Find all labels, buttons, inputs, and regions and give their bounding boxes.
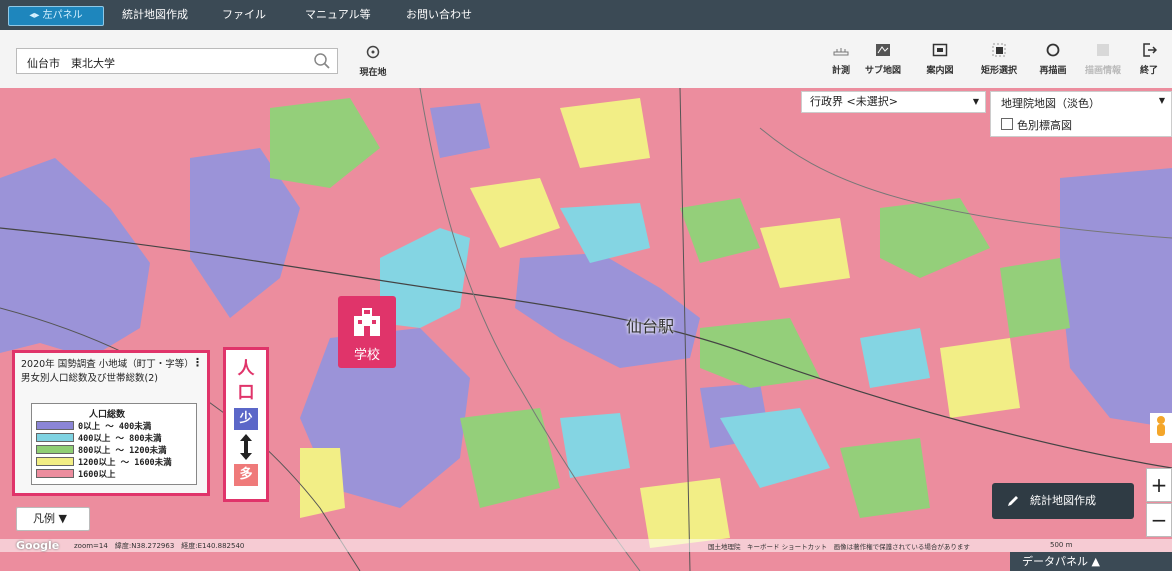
basemap-select[interactable]: 地理院地図（淡色） ▼ 色別標高図 bbox=[990, 91, 1172, 137]
station-label: 仙台駅 bbox=[626, 317, 675, 336]
legend-title: 2020年 国勢調査 小地域（町丁・字等）男女別人口総数及び世帯総数(2) bbox=[21, 359, 189, 384]
current-location-label: 現在地 bbox=[359, 68, 387, 78]
redraw-label: 再描画 bbox=[1039, 66, 1067, 76]
rect-select-button[interactable]: 矩形選択 bbox=[976, 38, 1022, 84]
rect-select-icon bbox=[992, 43, 1006, 57]
search-value: 仙台市 東北大学 bbox=[27, 57, 115, 70]
population-char: 人 bbox=[237, 359, 255, 379]
draw-info-label: 描画情報 bbox=[1084, 66, 1121, 76]
legend-toggle-button[interactable]: 凡例 ▼ bbox=[16, 507, 90, 531]
legend-row-label: 400以上 ～ 800未満 bbox=[78, 434, 162, 444]
map-attribution[interactable]: 国土地理院 キーボード ショートカット 画像は著作権で保護されている場合がありま… bbox=[708, 541, 970, 551]
dropdown-caret-icon: ▼ bbox=[972, 97, 979, 106]
pencil-icon bbox=[1008, 496, 1018, 506]
left-panel-toggle-button[interactable]: ◂▸ 左パネル bbox=[8, 6, 104, 26]
more-options-icon[interactable]: ⋮ bbox=[192, 356, 203, 369]
zoom-in-button[interactable]: + bbox=[1146, 468, 1172, 502]
crosshair-icon bbox=[366, 45, 380, 59]
refresh-icon bbox=[1046, 43, 1060, 57]
sub-map-label: サブ地図 bbox=[864, 66, 901, 76]
map-legend: 2020年 国勢調査 小地域（町丁・字等）男女別人口総数及び世帯総数(2) ⋮ … bbox=[12, 350, 210, 496]
search-input[interactable]: 仙台市 東北大学 bbox=[16, 48, 338, 74]
info-panel-icon bbox=[1097, 44, 1109, 56]
legend-swatch bbox=[36, 469, 74, 478]
exit-icon bbox=[1143, 43, 1157, 57]
legend-swatch bbox=[36, 445, 74, 454]
top-menu-bar: ◂▸ 左パネル 統計地図作成 ファイル マニュアル等 お問い合わせ bbox=[0, 0, 1172, 30]
elevation-checkbox-label: 色別標高図 bbox=[1017, 119, 1072, 132]
data-panel-toggle[interactable]: データパネル ▲ bbox=[1010, 552, 1172, 571]
current-location-button[interactable]: 現在地 bbox=[350, 40, 396, 86]
admin-boundary-select[interactable]: 行政界 <未選択> ▼ bbox=[801, 91, 986, 113]
create-stat-map-label: 統計地図作成 bbox=[1030, 494, 1096, 507]
exit-label: 終了 bbox=[1139, 66, 1158, 76]
rect-select-label: 矩形選択 bbox=[980, 66, 1017, 76]
legend-row-label: 0以上 ～ 400未満 bbox=[78, 422, 152, 432]
legend-row: 400以上 ～ 800未満 bbox=[36, 432, 162, 444]
legend-row-label: 1200以上 ～ 1600未満 bbox=[78, 458, 172, 468]
low-badge: 少 bbox=[234, 408, 258, 430]
dropdown-caret-icon: ▼ bbox=[1158, 96, 1165, 105]
legend-swatch bbox=[36, 457, 74, 466]
draw-info-button[interactable]: 描画情報 bbox=[1080, 38, 1126, 84]
legend-swatch bbox=[36, 433, 74, 442]
google-logo: Google bbox=[16, 539, 60, 552]
window-icon bbox=[932, 43, 948, 57]
admin-boundary-value: 行政界 <未選択> bbox=[810, 95, 898, 108]
measure-button[interactable]: 計測 bbox=[818, 38, 864, 84]
guide-map-label: 案内図 bbox=[926, 66, 954, 76]
legend-heading: 人口総数 bbox=[88, 410, 125, 420]
guide-map-button[interactable]: 案内図 bbox=[917, 38, 963, 84]
search-icon[interactable] bbox=[313, 52, 331, 70]
legend-row: 1600以上 bbox=[36, 468, 116, 480]
high-badge: 多 bbox=[234, 464, 258, 486]
choropleth-map[interactable]: 行政界 <未選択> ▼ 地理院地図（淡色） ▼ 色別標高図 学校 仙台駅 202… bbox=[0, 88, 1172, 571]
legend-box: 人口総数 0以上 ～ 400未満 400以上 ～ 800未満 800以上 ～ 1… bbox=[31, 403, 197, 485]
legend-row-label: 800以上 ～ 1200未満 bbox=[78, 446, 167, 456]
legend-row: 0以上 ～ 400未満 bbox=[36, 420, 152, 432]
school-building-icon bbox=[354, 308, 380, 336]
menu-manual[interactable]: マニュアル等 bbox=[305, 0, 371, 30]
population-char: 口 bbox=[237, 383, 255, 403]
legend-row: 1200以上 ～ 1600未満 bbox=[36, 456, 172, 468]
zoom-out-button[interactable]: − bbox=[1146, 503, 1172, 537]
redraw-button[interactable]: 再描画 bbox=[1030, 38, 1076, 84]
menu-contact[interactable]: お問い合わせ bbox=[406, 0, 472, 30]
up-down-arrow-icon bbox=[240, 434, 252, 460]
ruler-icon bbox=[833, 48, 849, 56]
exit-button[interactable]: 終了 bbox=[1126, 38, 1172, 84]
legend-row-label: 1600以上 bbox=[78, 470, 116, 480]
map-icon bbox=[876, 44, 890, 56]
basemap-value: 地理院地図（淡色） bbox=[1001, 97, 1100, 110]
checkbox-icon bbox=[1001, 118, 1013, 130]
school-marker[interactable]: 学校 bbox=[338, 296, 396, 368]
measure-label: 計測 bbox=[831, 66, 850, 76]
legend-row: 800以上 ～ 1200未満 bbox=[36, 444, 167, 456]
zoom-coordinate-readout: zoom=14 緯度:N38.272963 経度:E140.882540 bbox=[74, 542, 245, 550]
create-stat-map-button[interactable]: 統計地図作成 bbox=[992, 483, 1134, 519]
street-view-pegman-icon[interactable] bbox=[1150, 413, 1172, 443]
menu-file[interactable]: ファイル bbox=[222, 0, 266, 30]
sub-map-button[interactable]: サブ地図 bbox=[860, 38, 906, 84]
toolbar: 仙台市 東北大学 現在地 計測 サブ地図 案内図 矩形選択 再描画 描画情報 終… bbox=[0, 30, 1172, 89]
population-annotation: 人 口 少 多 bbox=[223, 347, 269, 502]
school-label: 学校 bbox=[353, 348, 380, 363]
elevation-checkbox[interactable]: 色別標高図 bbox=[1001, 117, 1072, 133]
scale-bar: 500 m bbox=[1050, 541, 1073, 549]
menu-stat-map[interactable]: 統計地図作成 bbox=[122, 0, 188, 30]
legend-swatch bbox=[36, 421, 74, 430]
